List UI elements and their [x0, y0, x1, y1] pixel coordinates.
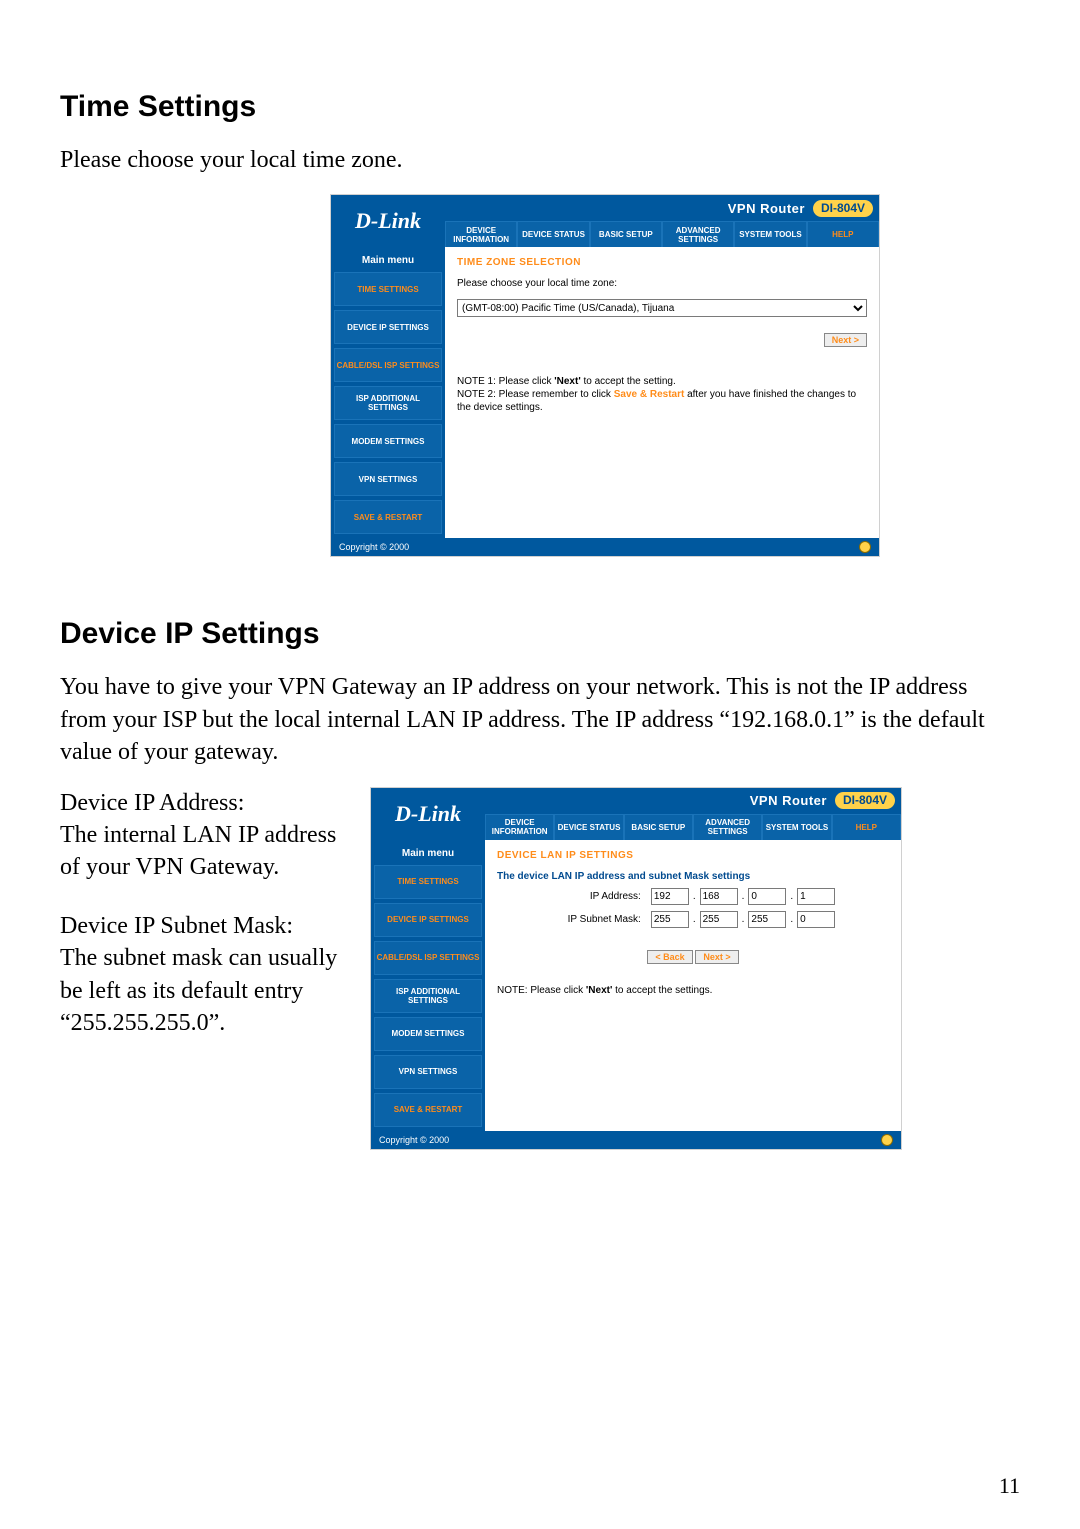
ip-octet-4[interactable] — [797, 888, 835, 905]
sidebar-item-modem[interactable]: MODEM SETTINGS — [374, 1017, 482, 1051]
logo-text: D-Link — [395, 801, 461, 827]
ip-octet-2[interactable] — [700, 888, 738, 905]
router-header: D-Link VPN Router DI-804V DEVICE INFORMA… — [331, 195, 879, 247]
model-badge: DI-804V — [835, 792, 895, 809]
next-button[interactable]: Next > — [695, 950, 738, 964]
tab-device-status[interactable]: DEVICE STATUS — [554, 814, 623, 840]
header-title-row: VPN Router DI-804V — [485, 788, 901, 814]
copyright-text: Copyright © 2000 — [379, 1135, 449, 1145]
tab-help[interactable]: HELP — [832, 814, 901, 840]
router-footer: Copyright © 2000 — [371, 1131, 901, 1149]
mask-octet-4[interactable] — [797, 911, 835, 928]
ip-octet-3[interactable] — [748, 888, 786, 905]
time-settings-heading: Time Settings — [60, 90, 1020, 124]
status-dot-icon — [881, 1134, 893, 1146]
subnet-mask-label: Device IP Subnet Mask: — [60, 913, 293, 939]
router-footer: Copyright © 2000 — [331, 538, 879, 556]
router-header: D-Link VPN Router DI-804V DEVICE INFORMA… — [371, 788, 901, 840]
mask-octet-2[interactable] — [700, 911, 738, 928]
sidebar-item-isp-additional[interactable]: ISP ADDITIONAL SETTINGS — [334, 386, 442, 420]
tab-device-status[interactable]: DEVICE STATUS — [517, 221, 589, 247]
product-title: VPN Router — [750, 793, 827, 808]
mask-octet-3[interactable] — [748, 911, 786, 928]
time-zone-prompt: Please choose your local time zone: — [457, 278, 867, 289]
ip-panel-subtitle: The device LAN IP address and subnet Mas… — [497, 871, 889, 882]
sidebar-item-device-ip[interactable]: DEVICE IP SETTINGS — [334, 310, 442, 344]
tab-system-tools[interactable]: SYSTEM TOOLS — [762, 814, 831, 840]
ip-panel-title: DEVICE LAN IP SETTINGS — [497, 850, 889, 861]
time-notes: NOTE 1: Please click 'Next' to accept th… — [457, 375, 867, 414]
product-title: VPN Router — [728, 201, 805, 216]
sidebar-item-isp-additional[interactable]: ISP ADDITIONAL SETTINGS — [374, 979, 482, 1013]
dlink-logo: D-Link — [371, 788, 485, 840]
sidebar-item-cable-dsl[interactable]: CABLE/DSL ISP SETTINGS — [334, 348, 442, 382]
model-badge: DI-804V — [813, 200, 873, 217]
ip-address-row: IP Address: . . . — [497, 888, 889, 905]
tab-basic-setup[interactable]: BASIC SETUP — [590, 221, 662, 247]
tab-device-information[interactable]: DEVICE INFORMATION — [485, 814, 554, 840]
mask-octet-1[interactable] — [651, 911, 689, 928]
content-panel-ip: DEVICE LAN IP SETTINGS The device LAN IP… — [485, 840, 901, 1131]
tab-advanced-settings[interactable]: ADVANCED SETTINGS — [693, 814, 762, 840]
header-title-row: VPN Router DI-804V — [445, 195, 879, 221]
dlink-logo: D-Link — [331, 195, 445, 247]
sidebar: Main menu TIME SETTINGS DEVICE IP SETTIN… — [371, 840, 485, 1131]
copyright-text: Copyright © 2000 — [339, 542, 409, 552]
sidebar-item-device-ip[interactable]: DEVICE IP SETTINGS — [374, 903, 482, 937]
top-tabs: DEVICE INFORMATION DEVICE STATUS BASIC S… — [485, 814, 901, 840]
time-settings-intro: Please choose your local time zone. — [60, 144, 1020, 176]
ip-address-desc: The internal LAN IP address of your VPN … — [60, 822, 336, 880]
ip-octet-1[interactable] — [651, 888, 689, 905]
sidebar-item-cable-dsl[interactable]: CABLE/DSL ISP SETTINGS — [374, 941, 482, 975]
sidebar-item-vpn[interactable]: VPN SETTINGS — [374, 1055, 482, 1089]
status-dot-icon — [859, 541, 871, 553]
top-tabs: DEVICE INFORMATION DEVICE STATUS BASIC S… — [445, 221, 879, 247]
time-zone-title: TIME ZONE SELECTION — [457, 257, 867, 268]
sidebar: Main menu TIME SETTINGS DEVICE IP SETTIN… — [331, 247, 445, 538]
back-button[interactable]: < Back — [647, 950, 692, 964]
ip-note: NOTE: Please click 'Next' to accept the … — [497, 984, 889, 997]
tab-basic-setup[interactable]: BASIC SETUP — [624, 814, 693, 840]
subnet-mask-row: IP Subnet Mask: . . . — [497, 911, 889, 928]
page-number: 11 — [999, 1473, 1020, 1499]
device-ip-heading: Device IP Settings — [60, 617, 1020, 651]
router-screenshot-ip: D-Link VPN Router DI-804V DEVICE INFORMA… — [370, 787, 902, 1150]
device-ip-left-text: Device IP Address: The internal LAN IP ad… — [60, 787, 340, 1066]
sidebar-item-time-settings[interactable]: TIME SETTINGS — [334, 272, 442, 306]
tab-device-information[interactable]: DEVICE INFORMATION — [445, 221, 517, 247]
sidebar-item-time-settings[interactable]: TIME SETTINGS — [374, 865, 482, 899]
tab-help[interactable]: HELP — [807, 221, 879, 247]
sidebar-title: Main menu — [331, 247, 445, 268]
sidebar-item-save-restart[interactable]: SAVE & RESTART — [334, 500, 442, 534]
sidebar-item-save-restart[interactable]: SAVE & RESTART — [374, 1093, 482, 1127]
next-button[interactable]: Next > — [824, 333, 867, 347]
sidebar-item-modem[interactable]: MODEM SETTINGS — [334, 424, 442, 458]
time-zone-select[interactable]: (GMT-08:00) Pacific Time (US/Canada), Ti… — [457, 299, 867, 317]
subnet-mask-field-label: IP Subnet Mask: — [551, 914, 641, 925]
tab-advanced-settings[interactable]: ADVANCED SETTINGS — [662, 221, 734, 247]
sidebar-title: Main menu — [371, 840, 485, 861]
ip-address-label: Device IP Address: — [60, 790, 244, 816]
tab-system-tools[interactable]: SYSTEM TOOLS — [734, 221, 806, 247]
device-ip-intro: You have to give your VPN Gateway an IP … — [60, 671, 1020, 768]
subnet-mask-desc: The subnet mask can usually be left as i… — [60, 945, 337, 1036]
router-screenshot-time: D-Link VPN Router DI-804V DEVICE INFORMA… — [330, 194, 880, 557]
ip-address-field-label: IP Address: — [551, 891, 641, 902]
logo-text: D-Link — [355, 208, 421, 234]
content-panel-time: TIME ZONE SELECTION Please choose your l… — [445, 247, 879, 538]
sidebar-item-vpn[interactable]: VPN SETTINGS — [334, 462, 442, 496]
